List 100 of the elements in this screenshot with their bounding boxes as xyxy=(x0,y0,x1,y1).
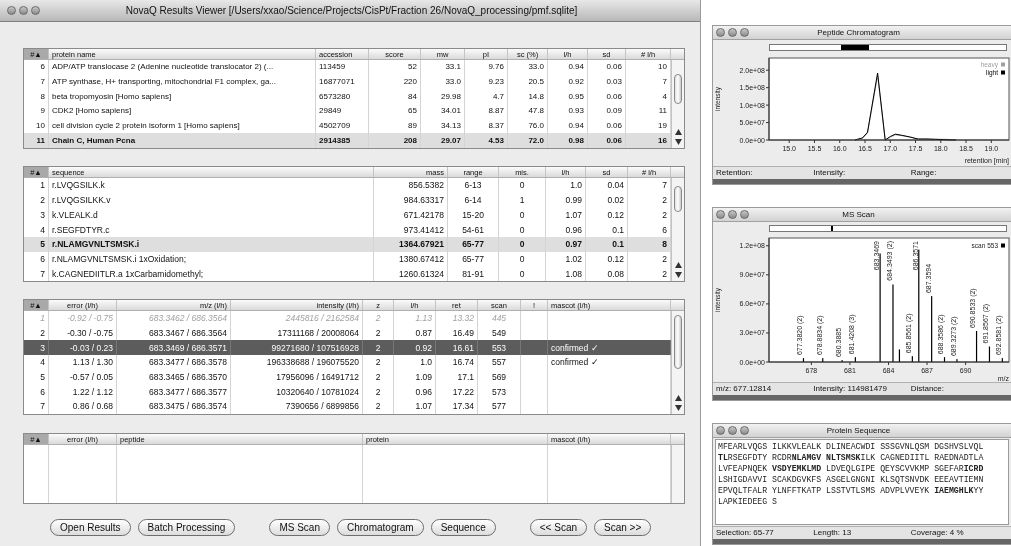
table-cell-text: 47.8 xyxy=(527,105,544,118)
table-cell-text: 9.23 xyxy=(487,76,504,89)
table-cell-text: 7 xyxy=(39,400,45,414)
table-cell-text: 8 xyxy=(39,90,45,103)
table-cell-text: 6 xyxy=(39,385,45,399)
table-cell-text: 5 xyxy=(39,371,45,385)
table-cell-text: 5 xyxy=(39,238,45,252)
table-cell-text: -0.30 / -0.75 xyxy=(66,326,113,340)
table-cell-text: confirmed ✓ xyxy=(551,356,600,370)
table-cell-text: 1.13 xyxy=(414,312,432,326)
table-cell-text: 7 xyxy=(661,76,667,89)
table-cell-text: 7 xyxy=(39,267,45,281)
table-cell-text: 3 xyxy=(39,208,45,222)
table-cell-text: 0.03 xyxy=(605,76,622,89)
table-cell-text: -0.92 / -0.75 xyxy=(66,312,113,326)
table-cell-text: 0.93 xyxy=(567,105,584,118)
table-cell-text: 0.98 xyxy=(567,134,584,147)
table-cell-text: 4 xyxy=(39,223,45,237)
table-cell-text: 0 xyxy=(518,252,526,266)
table-cell-text: 8 xyxy=(661,238,667,252)
table-cell-text: 4.53 xyxy=(487,134,504,147)
table-cell-text: 6 xyxy=(39,252,45,266)
table-cell-text: 2 xyxy=(661,252,667,266)
table-cell-text: 113459 xyxy=(319,61,347,74)
table-cell-text: 2 xyxy=(661,194,667,208)
table-cell-text: 17956096 / 16491712 xyxy=(275,371,359,385)
table-cell-text: 683.3477 / 686.3578 xyxy=(148,356,227,370)
status-text: Length: 13 xyxy=(813,527,853,539)
table-cell-text: 196338688 / 196075520 xyxy=(265,356,359,370)
table-cell-text: 1.08 xyxy=(564,267,582,281)
table-cell-text: 99271680 / 107516928 xyxy=(270,341,359,355)
table-cell-text: 34.01 xyxy=(439,105,461,118)
sequence-line: TLRSEGFDTY RCDRNLAMGV NLTSMSKILK CAGNEDIITL RAEDNADTLA xyxy=(718,452,985,463)
table-cell-text: 1 xyxy=(518,194,526,208)
table-cell-text: 2 xyxy=(374,341,382,355)
table-cell-text: 6573280 xyxy=(319,90,352,103)
table-cell-text: 0.06 xyxy=(605,61,622,74)
table-cell-text: 220 xyxy=(402,76,417,89)
table-cell-text: 0.92 xyxy=(414,341,432,355)
table-cell-text: 0.86 / 0.68 xyxy=(71,400,113,414)
table-cell-text: 0 xyxy=(518,267,526,281)
table-cell-text: 33.0 xyxy=(527,61,544,74)
table-cell-text: 20.5 xyxy=(527,76,544,89)
table-cell-text: 984.63317 xyxy=(402,194,444,208)
table-cell-text: 573 xyxy=(490,385,508,399)
table-cell-text: 16.49 xyxy=(451,326,474,340)
sequence-line: LAPKIEDEEG S xyxy=(718,496,778,507)
table-cell-text: 19 xyxy=(657,120,667,133)
table-cell-text: 89 xyxy=(407,120,417,133)
table-cell-text: 2 xyxy=(39,326,45,340)
table-cell-text: -0.03 / 0.23 xyxy=(69,341,113,355)
table-cell-text: 0.1 xyxy=(611,223,624,237)
table-cell-text: 7 xyxy=(661,179,667,193)
table-cell-text: 10 xyxy=(35,120,45,133)
table-cell-text: 0 xyxy=(518,179,526,193)
table-cell-text: 1.02 xyxy=(564,252,582,266)
table-cell-text: 16.74 xyxy=(451,356,474,370)
table-cell-text: 6-13 xyxy=(463,179,483,193)
table-cell-text: 1.0 xyxy=(569,179,582,193)
table-cell-text: 683.3462 / 686.3564 xyxy=(148,312,227,326)
table-cell-text: 683.3469 / 686.3571 xyxy=(148,341,227,355)
table-cell-text: 0.09 xyxy=(605,105,622,118)
table-cell-text: 2 xyxy=(374,356,382,370)
table-cell-text: 0.02 xyxy=(606,194,624,208)
table-cell-text: 29849 xyxy=(319,105,343,118)
table-cell-text: 17.34 xyxy=(451,400,474,414)
window-title: NovaQ Results Viewer [/Users/xxao/Science/Projects/CisPt/Fraction 26/NovaQ_processing/pmf.sqlite] xyxy=(124,4,579,18)
table-cell-text: 16 xyxy=(657,134,667,147)
sequence-line: EPVQLTFALR YLNFFTKATP LSSTVTLSMS ADVPLVVEYK IAEMGHLKYY xyxy=(718,485,985,496)
table-cell-text: 33.0 xyxy=(444,76,461,89)
table-cell-text: 72.0 xyxy=(527,134,544,147)
status-text: Selection: 65-77 xyxy=(716,527,775,539)
table-cell-text: 0.1 xyxy=(611,238,624,252)
table-cell-text: 0.92 xyxy=(567,76,584,89)
table-cell-text: 1.07 xyxy=(414,400,432,414)
table-cell-text: 9 xyxy=(39,105,45,118)
status-text: Distance: xyxy=(910,383,945,395)
window-title: Peptide Chromatogram xyxy=(816,26,901,39)
table-cell-text: 16.61 xyxy=(451,341,474,355)
window-title: Protein Sequence xyxy=(825,424,892,437)
table-cell-text: 208 xyxy=(402,134,417,147)
table-cell-text: 0.96 xyxy=(564,223,582,237)
table-cell-text: beta tropomyosin [Homo sapiens] xyxy=(52,90,173,103)
table-cell-text: -0.57 / 0.05 xyxy=(69,371,113,385)
table-cell-text: 2 xyxy=(374,400,382,414)
sequence-line: MFEARLVQGS ILKKVLEALK DLINEACWDI SSSGVNLQSM DGSHVSLVQL xyxy=(718,441,985,452)
table-cell-text: 2 xyxy=(374,312,382,326)
table-cell-text: 2 xyxy=(661,208,667,222)
table-cell-text: 81-91 xyxy=(461,267,485,281)
table-cell-text: 0.12 xyxy=(606,252,624,266)
table-cell-text: 856.5382 xyxy=(407,179,444,193)
table-cell-text: 577 xyxy=(490,400,508,414)
table-cell-text: 54-61 xyxy=(461,223,485,237)
table-cell-text: 0 xyxy=(518,238,526,252)
sequence-line: LSHIGDAVVI SCAKDGVKFS ASGELGNGNI KLSQTSNVDK EEEAVTIEMN xyxy=(718,474,985,485)
table-cell-text: k.CAGNEDIITLR.a 1xCarbamidomethyl; xyxy=(52,267,205,281)
table-cell-text: 8.87 xyxy=(487,105,504,118)
table-cell-text: 1380.67412 xyxy=(398,252,444,266)
table-cell-text: confirmed ✓ xyxy=(551,341,600,355)
table-cell-text: 4 xyxy=(661,90,667,103)
